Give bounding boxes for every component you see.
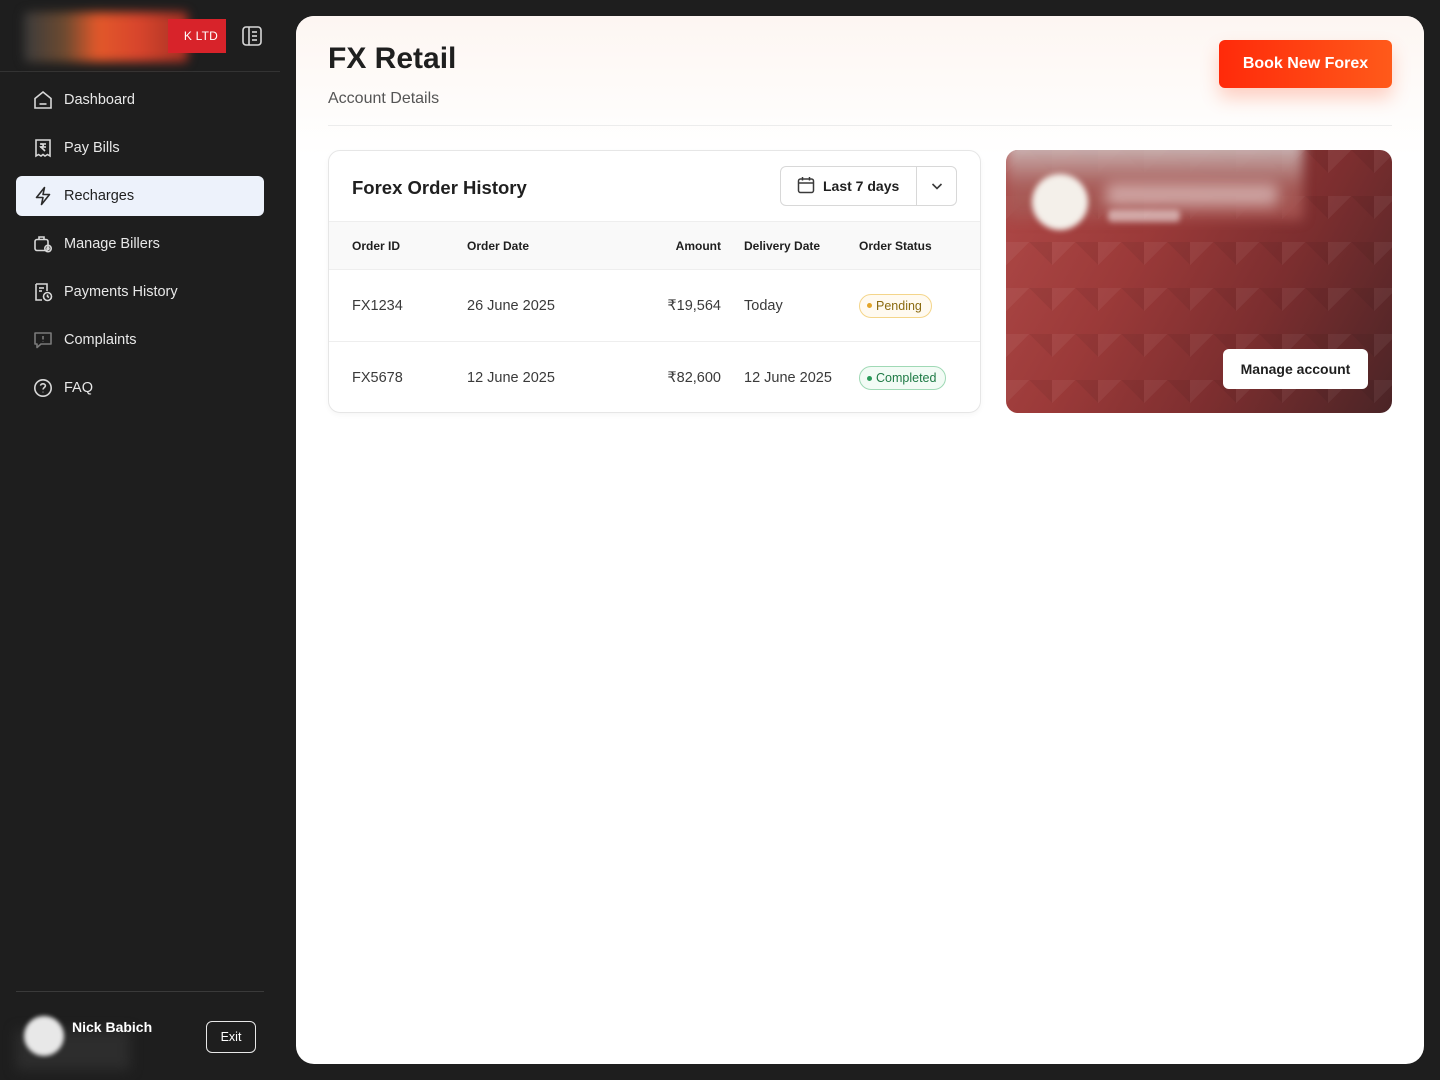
delivery-date: 12 June 2025 (744, 370, 832, 386)
chevron-down-icon[interactable] (917, 167, 956, 205)
order-date: 12 June 2025 (467, 370, 555, 386)
order-id: FX1234 (352, 297, 403, 314)
question-circle-icon (32, 377, 54, 399)
sidebar-item-label: Complaints (64, 332, 137, 348)
account-logo (1032, 174, 1088, 230)
sidebar-item-label: Dashboard (64, 92, 135, 108)
main-panel: FX Retail Account Details Book New Forex… (296, 16, 1424, 1064)
sidebar-item-label: Recharges (64, 188, 135, 204)
receipt-clock-icon (32, 281, 54, 303)
sidebar-item-label: Pay Bills (64, 140, 120, 156)
status-dot-icon (867, 303, 872, 308)
status-badge: Pending (859, 293, 932, 318)
account-card: Manage account (1006, 150, 1392, 413)
sidebar-item-dashboard[interactable]: Dashboard (16, 80, 264, 120)
sidebar-item-faq[interactable]: FAQ (16, 368, 264, 408)
status-label: Completed (876, 371, 937, 385)
sidebar-item-payments-history[interactable]: Payments History (16, 272, 264, 312)
status-dot-icon (867, 375, 872, 381)
page-title: FX Retail (328, 42, 457, 75)
rupee-receipt-icon (32, 137, 54, 159)
calendar-icon (797, 176, 815, 197)
sidebar-item-label: Payments History (64, 284, 178, 300)
date-range-label: Last 7 days (823, 178, 900, 194)
forex-order-history-card: Forex Order History Last 7 days Order ID… (328, 150, 981, 413)
header-divider (328, 125, 1392, 126)
user-profile: Nick Babich Exit (16, 991, 264, 1080)
sidebar-nav: Dashboard Pay Bills Recharges Manage Bil… (16, 80, 264, 416)
order-amount: ₹19,564 (667, 297, 721, 314)
briefcase-gear-icon (32, 233, 54, 255)
brand-header: K LTD (0, 0, 280, 72)
order-amount: ₹82,600 (667, 370, 721, 386)
brand-logo (24, 12, 188, 62)
column-header[interactable]: Order Status (859, 222, 932, 269)
sidebar: K LTD Dashboard Pay Bills Recharges Mana… (0, 0, 280, 1080)
table-header: Order ID Order Date Amount Delivery Date… (329, 221, 980, 270)
sidebar-item-recharges[interactable]: Recharges (16, 176, 264, 216)
delivery-date: Today (744, 297, 783, 314)
user-name: Nick Babich (72, 1019, 153, 1035)
alert-message-icon (32, 329, 54, 351)
order-status-cell: Pending (859, 270, 932, 341)
brand-tag: K LTD (168, 19, 226, 53)
table-row[interactable]: FX5678 12 June 2025 ₹82,600 12 June 2025… (329, 342, 980, 412)
account-name-redacted (1106, 184, 1278, 206)
order-id: FX5678 (352, 370, 403, 386)
date-range-button[interactable]: Last 7 days (781, 167, 917, 205)
table-row[interactable]: FX1234 26 June 2025 ₹19,564 Today Pendin… (329, 270, 980, 342)
date-range-picker[interactable]: Last 7 days (780, 166, 957, 206)
sidebar-item-label: FAQ (64, 380, 94, 396)
sidebar-collapse-icon[interactable] (240, 24, 264, 48)
avatar (24, 1016, 64, 1056)
exit-button[interactable]: Exit (206, 1021, 256, 1053)
sidebar-item-pay-bills[interactable]: Pay Bills (16, 128, 264, 168)
account-number-redacted (1108, 210, 1180, 222)
status-badge: Completed (859, 366, 947, 390)
card-title: Forex Order History (352, 177, 527, 198)
page-subtitle: Account Details (328, 90, 440, 107)
book-new-forex-button[interactable]: Book New Forex (1219, 40, 1392, 88)
sidebar-item-manage-billers[interactable]: Manage Billers (16, 224, 264, 264)
column-header[interactable]: Delivery Date (744, 222, 820, 269)
column-header[interactable]: Amount (629, 222, 721, 269)
column-header[interactable]: Order ID (352, 222, 400, 269)
column-header[interactable]: Order Date (467, 222, 529, 269)
order-date: 26 June 2025 (467, 297, 555, 314)
manage-account-button[interactable]: Manage account (1223, 349, 1368, 389)
home-icon (32, 89, 54, 111)
status-label: Pending (876, 298, 922, 313)
order-status-cell: Completed (859, 342, 947, 412)
sidebar-item-label: Manage Billers (64, 236, 160, 252)
sidebar-item-complaints[interactable]: Complaints (16, 320, 264, 360)
lightning-icon (32, 185, 54, 207)
